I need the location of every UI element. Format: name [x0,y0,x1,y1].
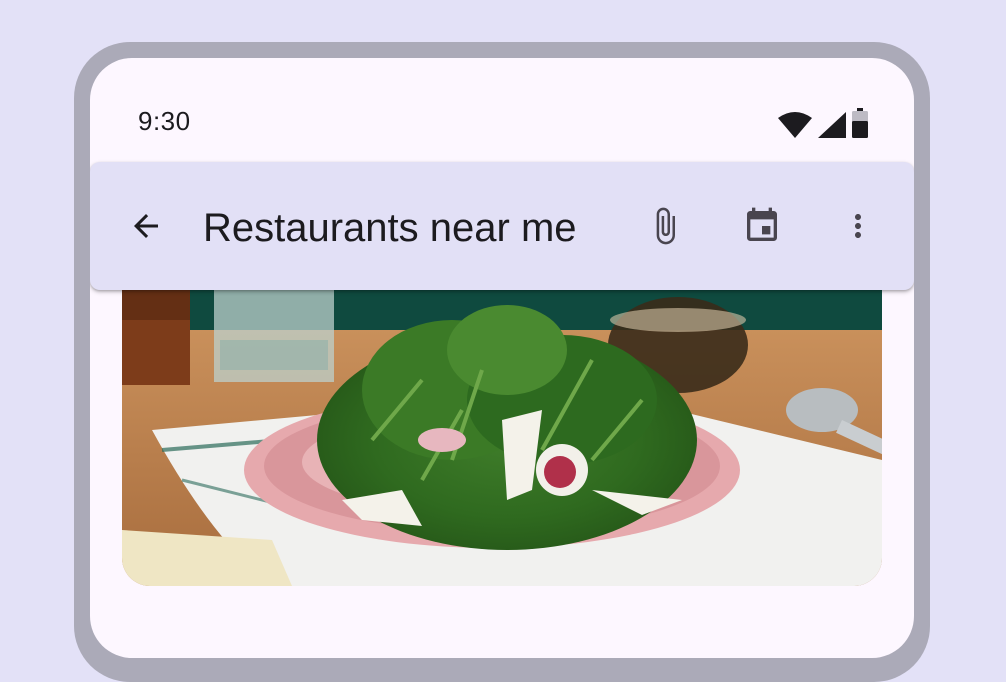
calendar-icon [747,207,777,241]
back-button[interactable] [122,202,170,250]
salad-photo [122,290,882,586]
calendar-button[interactable] [738,202,786,250]
cellular-signal-icon [818,112,846,143]
status-time: 9:30 [138,106,191,136]
attach-button[interactable] [641,202,689,250]
arrow-back-icon [134,214,158,238]
more-vert-icon [855,214,861,238]
status-icons [778,108,868,143]
more-options-button[interactable] [834,202,882,250]
phone-screen: 9:30 Restaurants near me [90,58,914,658]
app-bar-title: Restaurants near me [203,206,577,250]
wifi-icon [778,112,812,143]
top-app-bar: Restaurants near me [90,162,914,290]
attach-file-icon [656,207,675,245]
battery-icon [852,108,868,143]
status-bar: 9:30 [90,58,914,158]
